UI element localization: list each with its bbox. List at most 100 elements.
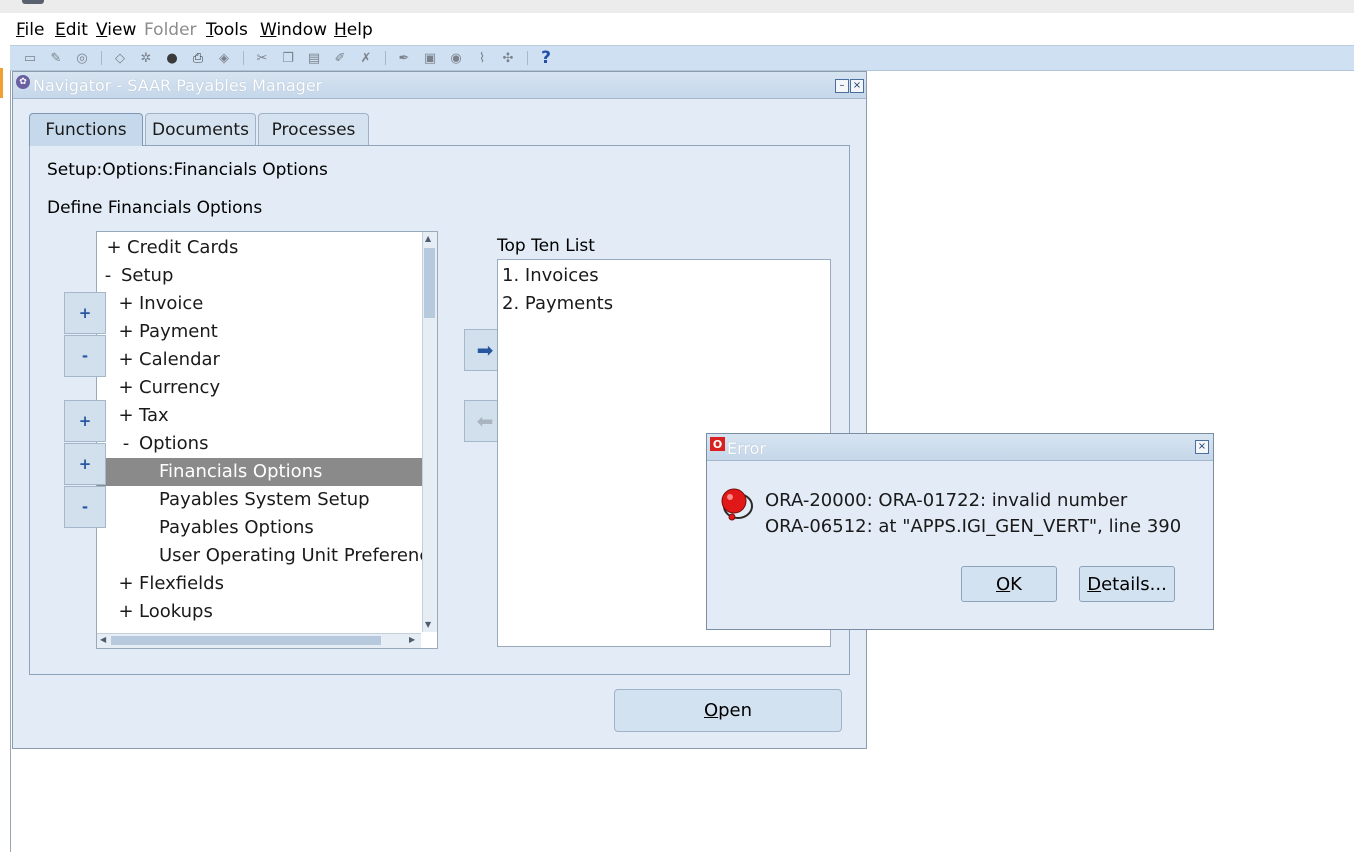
error-dialog: O Error × ORA-20000: ORA-01722: invalid … (706, 433, 1214, 630)
menu-folder[interactable]: Folder (144, 20, 197, 40)
expand-node-icon[interactable]: + (117, 346, 135, 374)
tree-item-label: Invoice (139, 293, 204, 314)
print-icon[interactable]: ⎙ (190, 50, 206, 66)
tree-item[interactable]: + Tax (97, 402, 437, 430)
expand-node-icon[interactable]: + (117, 318, 135, 346)
tree-item-selected[interactable]: Financials Options (97, 458, 437, 486)
expand-node-icon[interactable]: + (105, 234, 123, 262)
menu-window[interactable]: Window (260, 20, 327, 40)
menu-view[interactable]: View (96, 20, 136, 40)
tree-item-label: Credit Cards (127, 237, 239, 258)
tree-item[interactable]: - Options (97, 430, 437, 458)
function-description: Define Financials Options (47, 198, 263, 218)
tree-item-label: Setup (121, 265, 174, 286)
attachments-icon[interactable]: ⌇ (474, 50, 490, 66)
tree-item[interactable]: + Payment (97, 318, 437, 346)
toolbar: ▭ ✎ ◎ ◇ ✲ ● ⎙ ◈ ✂ ❐ ▤ ✐ ✗ ✒ ▣ ◉ ⌇ ✣ ? (10, 45, 1354, 71)
tree-horizontal-scrollbar[interactable]: ◀ ▶ (97, 633, 421, 648)
desktop-accent (0, 68, 3, 98)
menu-tools[interactable]: Tools (206, 20, 248, 40)
tree-item[interactable]: Payables System Setup (97, 486, 437, 514)
scroll-left-icon[interactable]: ◀ (100, 635, 106, 644)
clear-record-icon[interactable]: ✐ (332, 50, 348, 66)
folder-tools-icon[interactable]: ✣ (500, 50, 516, 66)
edit-field-icon[interactable]: ✒ (396, 50, 412, 66)
cut-icon[interactable]: ✂ (254, 50, 270, 66)
toolbar-separator (243, 51, 244, 65)
tree-vertical-scrollbar[interactable]: ▲ ▼ (422, 232, 437, 632)
translations-icon[interactable]: ◉ (448, 50, 464, 66)
tree-item[interactable]: - Setup (97, 262, 423, 290)
help-icon[interactable]: ? (538, 48, 554, 68)
find-icon[interactable]: ✎ (48, 50, 64, 66)
collapse-all-button[interactable]: - (64, 486, 106, 528)
collapse-node-icon[interactable]: - (99, 262, 117, 290)
toolbar-separator (385, 51, 386, 65)
next-step-icon[interactable]: ✲ (138, 50, 154, 66)
tree-item[interactable]: + Invoice (97, 290, 437, 318)
tree-item[interactable]: Payables Options (97, 514, 437, 542)
scroll-down-icon[interactable]: ▼ (425, 620, 431, 629)
top-ten-label: Top Ten List (497, 236, 595, 256)
tree-item-label: Lookups (139, 601, 213, 622)
expand-node-icon[interactable]: + (117, 290, 135, 318)
tree-item-label: Payables Options (159, 517, 314, 538)
tree-item[interactable]: User Operating Unit Preferences (97, 542, 437, 570)
toolbar-separator (527, 51, 528, 65)
new-icon[interactable]: ▭ (22, 50, 38, 66)
function-path: Setup:Options:Financials Options (47, 160, 328, 180)
function-tree[interactable]: + Credit Cards - Setup + Invoice + Payment + Cale… (96, 231, 438, 649)
expand-button[interactable]: + (64, 292, 106, 334)
tab-documents[interactable]: Documents (145, 113, 256, 146)
switch-responsibility-icon[interactable]: ● (164, 50, 180, 66)
tab-functions[interactable]: Functions (29, 113, 143, 146)
expand-node-icon[interactable]: + (117, 402, 135, 430)
delete-record-icon[interactable]: ✗ (358, 50, 374, 66)
tree-item-label: Payables System Setup (159, 489, 370, 510)
close-icon[interactable]: × (850, 79, 864, 93)
tree-item[interactable]: + Calendar (97, 346, 437, 374)
zoom-icon[interactable]: ▣ (422, 50, 438, 66)
menu-help[interactable]: Help (334, 20, 373, 40)
paste-icon[interactable]: ▤ (306, 50, 322, 66)
tree-item[interactable]: + Currency (97, 374, 437, 402)
error-message-line-2: ORA-06512: at "APPS.IGI_GEN_VERT", line … (765, 516, 1182, 537)
tree-item[interactable]: + Credit Cards (97, 234, 429, 262)
menu-file[interactable]: File (16, 20, 44, 40)
top-ten-item[interactable]: 2. Payments (502, 293, 613, 314)
app-taskbar-icon (22, 0, 44, 4)
close-icon[interactable]: × (1195, 440, 1209, 454)
menu-edit[interactable]: Edit (55, 20, 88, 40)
tree-item[interactable]: + Flexfields (97, 570, 437, 598)
scroll-up-icon[interactable]: ▲ (425, 234, 431, 243)
show-navigator-icon[interactable]: ◎ (74, 50, 90, 66)
details-button[interactable]: Details... (1079, 566, 1175, 602)
top-ten-item[interactable]: 1. Invoices (502, 265, 599, 286)
collapse-node-icon[interactable]: - (117, 430, 135, 458)
tree-item-label: Calendar (139, 349, 220, 370)
scroll-thumb[interactable] (111, 636, 381, 645)
collapse-button[interactable]: - (64, 335, 106, 377)
minimize-icon[interactable]: – (835, 79, 849, 93)
expand-node-icon[interactable]: + (117, 374, 135, 402)
tree-item[interactable]: + Lookups (97, 598, 437, 626)
expand-node-icon[interactable]: + (117, 570, 135, 598)
scroll-right-icon[interactable]: ▶ (409, 635, 415, 644)
error-title-bar[interactable]: O Error × (707, 434, 1213, 461)
navigator-title-bar[interactable]: ✿ Navigator - SAAR Payables Manager – × (13, 72, 866, 99)
expand-node-icon[interactable]: + (117, 598, 135, 626)
close-form-icon[interactable]: ◈ (216, 50, 232, 66)
arrow-right-icon: ➡ (476, 338, 494, 362)
ok-button[interactable]: OK (961, 566, 1057, 602)
tree-item-label: Payment (139, 321, 218, 342)
scroll-thumb[interactable] (424, 248, 435, 318)
os-top-strip (0, 0, 1354, 13)
expand-all-button[interactable]: + (64, 443, 106, 485)
tab-processes[interactable]: Processes (258, 113, 369, 146)
expand-branch-button[interactable]: + (64, 400, 106, 442)
tree-item-label: Financials Options (159, 461, 323, 482)
copy-icon[interactable]: ❐ (280, 50, 296, 66)
tree-item-label: Currency (139, 377, 221, 398)
save-icon[interactable]: ◇ (112, 50, 128, 66)
open-button[interactable]: Open (614, 689, 842, 732)
